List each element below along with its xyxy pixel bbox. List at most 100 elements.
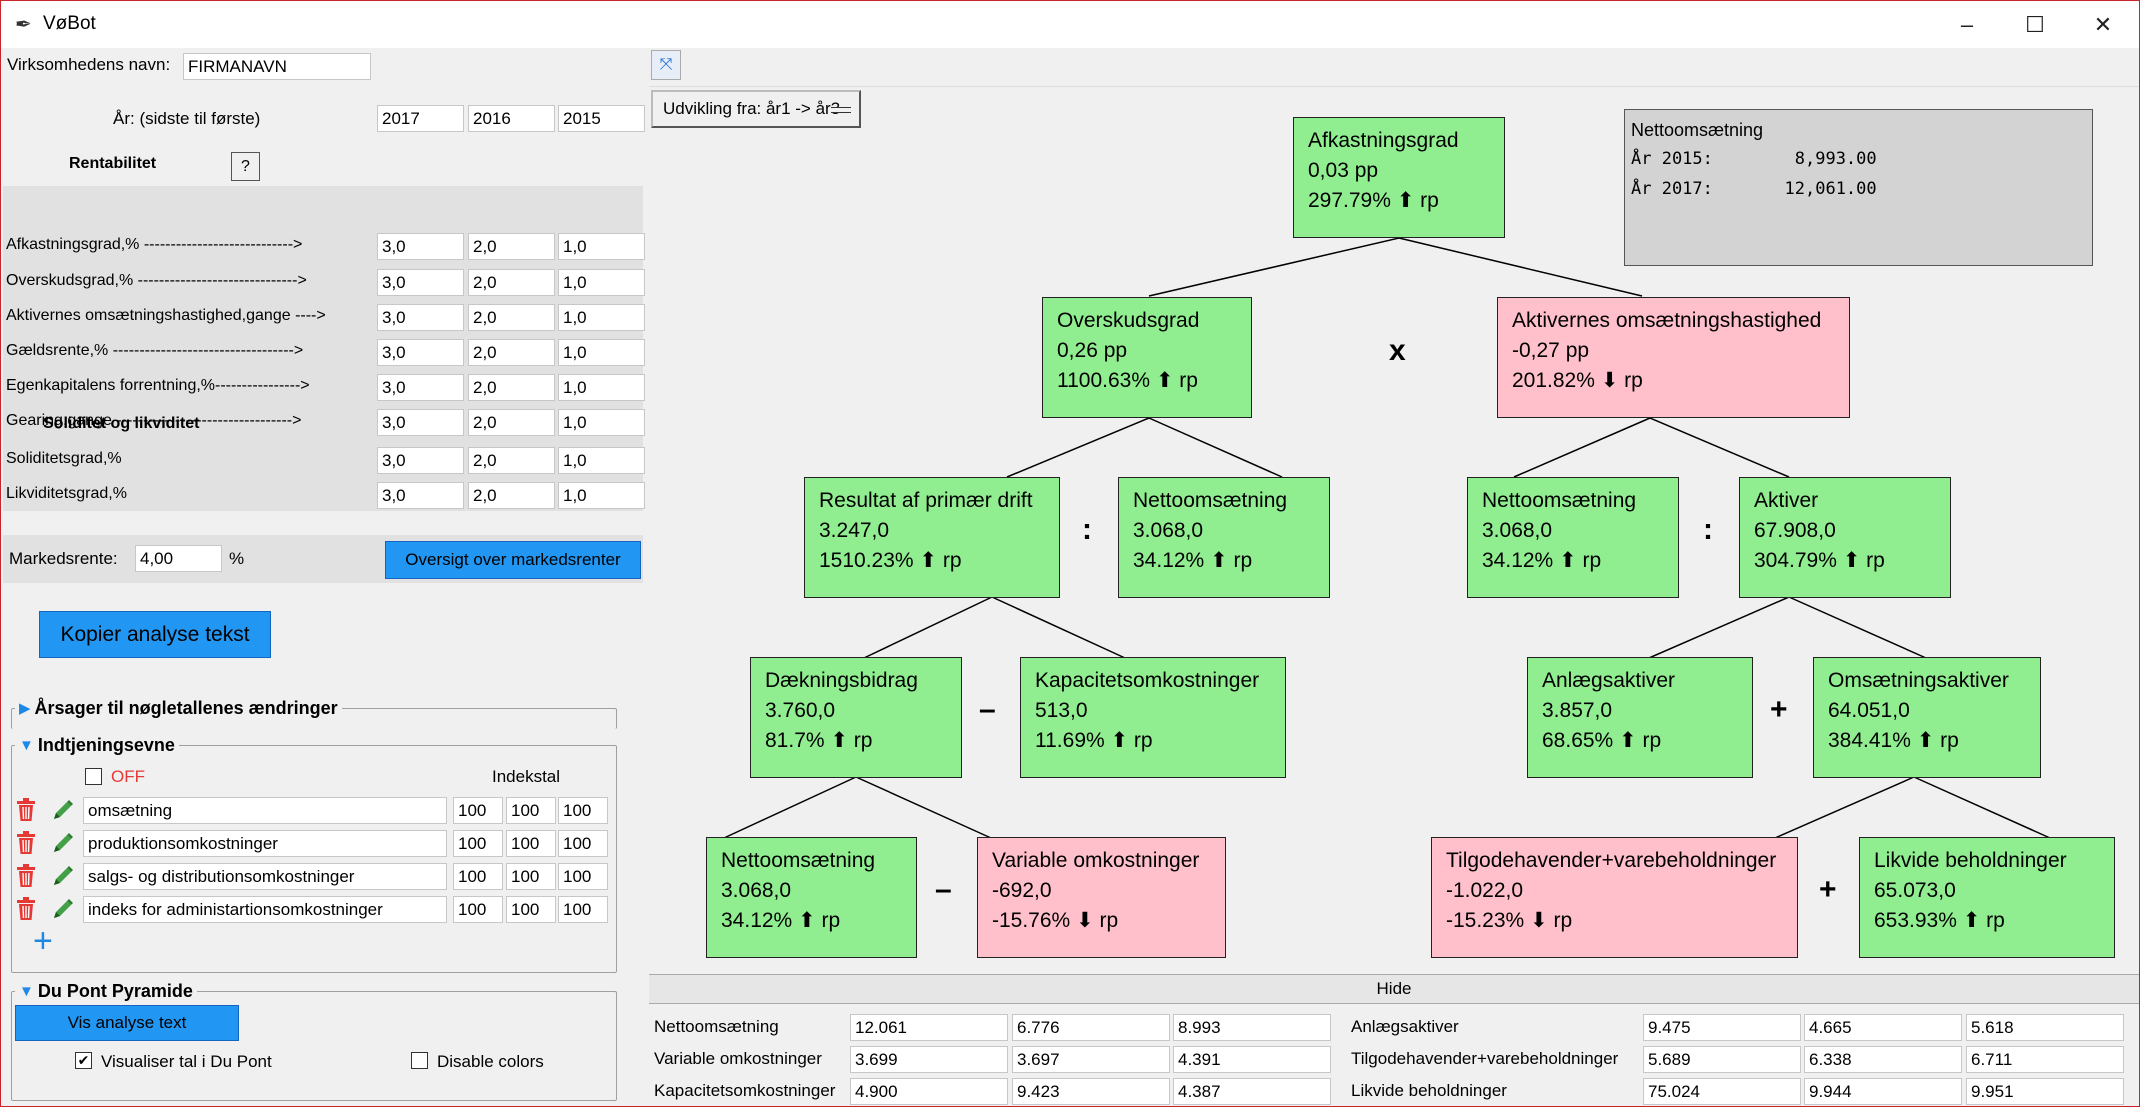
market-rate-input[interactable]: 4,00 — [135, 545, 222, 572]
triangle-down-icon: ▼ — [19, 982, 34, 1000]
earning-toggle[interactable]: ▼ Indtjeningsevne — [15, 733, 179, 757]
grid-input[interactable]: 3.697 — [1012, 1046, 1170, 1073]
app-window: ✒ VøBot – ☐ ✕ Virksomhedens navn: FIRMAN… — [0, 0, 2140, 1107]
index-name-input[interactable]: produktionsomkostninger — [83, 830, 447, 857]
grid-input[interactable]: 6.338 — [1804, 1046, 1962, 1073]
index-value-input[interactable]: 100 — [453, 797, 503, 824]
visualize-checkbox[interactable]: ✔ — [75, 1052, 92, 1069]
trash-icon[interactable] — [15, 897, 37, 921]
node-value: 67.908,0 — [1754, 519, 1836, 542]
index-value-input[interactable]: 100 — [506, 830, 556, 857]
dupont-toggle[interactable]: ▼ Du Pont Pyramide — [15, 979, 197, 1003]
pencil-icon[interactable] — [51, 897, 73, 921]
node-value: 3.247,0 — [819, 519, 890, 542]
off-checkbox[interactable] — [85, 768, 102, 785]
index-value-input[interactable]: 100 — [453, 863, 503, 890]
node-value: 3.760,0 — [765, 699, 836, 722]
ratio-label: Aktivernes omsætningshastighed,gange ---… — [6, 307, 326, 324]
grid-input[interactable]: 9.944 — [1804, 1078, 1962, 1105]
index-name-input[interactable]: indeks for administartionsomkostninger — [83, 896, 447, 923]
index-value-input[interactable]: 100 — [506, 797, 556, 824]
ratio-input[interactable]: 1,0 — [558, 447, 645, 474]
grid-input[interactable]: 3.699 — [850, 1046, 1008, 1073]
node-name: Resultat af primær drift — [819, 489, 1033, 512]
trash-icon[interactable] — [15, 798, 37, 822]
disable-colors-checkbox[interactable] — [411, 1052, 428, 1069]
index-value-input[interactable]: 100 — [558, 896, 608, 923]
index-name-input[interactable]: omsætning — [83, 797, 447, 824]
trash-icon[interactable] — [15, 864, 37, 888]
grid-input[interactable]: 4.665 — [1804, 1014, 1962, 1041]
market-rates-button[interactable]: Oversigt over markedsrenter — [385, 541, 641, 579]
ratio-input[interactable]: 2,0 — [468, 447, 555, 474]
ratio-input[interactable]: 3,0 — [377, 409, 464, 436]
grid-input[interactable]: 4.387 — [1173, 1078, 1331, 1105]
add-icon[interactable]: + — [33, 924, 53, 958]
node-name: Afkastningsgrad — [1308, 129, 1459, 152]
ratio-input[interactable]: 2,0 — [468, 409, 555, 436]
ratio-input[interactable]: 2,0 — [468, 339, 555, 366]
close-button[interactable]: ✕ — [2069, 1, 2137, 48]
pencil-icon[interactable] — [51, 798, 73, 822]
ratio-input[interactable]: 2,0 — [468, 374, 555, 401]
node-name: Nettoomsætning — [721, 849, 876, 872]
index-value-input[interactable]: 100 — [506, 863, 556, 890]
ratio-input[interactable]: 2,0 — [468, 304, 555, 331]
ratio-input[interactable]: 1,0 — [558, 269, 645, 296]
show-analysis-button[interactable]: Vis analyse text — [15, 1005, 239, 1041]
index-name-input[interactable]: salgs- og distributionsomkostninger — [83, 863, 447, 890]
grid-input[interactable]: 75.024 — [1643, 1078, 1801, 1105]
ratio-input[interactable]: 1,0 — [558, 339, 645, 366]
node-change: 297.79% ⬆ rp — [1308, 189, 1439, 212]
ratio-input[interactable]: 3,0 — [377, 269, 464, 296]
ratio-input[interactable]: 2,0 — [468, 233, 555, 260]
grid-input[interactable]: 6.711 — [1966, 1046, 2124, 1073]
grid-input[interactable]: 12.061 — [850, 1014, 1008, 1041]
index-value-input[interactable]: 100 — [558, 797, 608, 824]
index-value-input[interactable]: 100 — [453, 830, 503, 857]
ratio-input[interactable]: 3,0 — [377, 447, 464, 474]
index-value-input[interactable]: 100 — [506, 896, 556, 923]
minimize-button[interactable]: – — [1933, 1, 2001, 48]
ratio-input[interactable]: 3,0 — [377, 482, 464, 509]
grid-input[interactable]: 9.951 — [1966, 1078, 2124, 1105]
copy-analysis-button[interactable]: Kopier analyse tekst — [39, 611, 271, 658]
ratio-input[interactable]: 3,0 — [377, 233, 464, 260]
ratio-input[interactable]: 3,0 — [377, 304, 464, 331]
ratio-input[interactable]: 3,0 — [377, 374, 464, 401]
ratio-input[interactable]: 1,0 — [558, 409, 645, 436]
ratio-input[interactable]: 1,0 — [558, 482, 645, 509]
grid-label: Anlægsaktiver — [1351, 1017, 1459, 1036]
pencil-icon[interactable] — [51, 831, 73, 855]
grid-input[interactable]: 4.900 — [850, 1078, 1008, 1105]
grid-input[interactable]: 4.391 — [1173, 1046, 1331, 1073]
grid-input[interactable]: 9.423 — [1012, 1078, 1170, 1105]
index-value-input[interactable]: 100 — [558, 830, 608, 857]
ratio-input[interactable]: 2,0 — [468, 482, 555, 509]
year-input-2[interactable]: 2016 — [468, 105, 555, 132]
ratio-input[interactable]: 1,0 — [558, 304, 645, 331]
ratio-input[interactable]: 1,0 — [558, 374, 645, 401]
feather-icon: ✒ — [15, 14, 32, 36]
pencil-icon[interactable] — [51, 864, 73, 888]
maximize-button[interactable]: ☐ — [2001, 1, 2069, 48]
trash-icon[interactable] — [15, 831, 37, 855]
ratio-input[interactable]: 1,0 — [558, 233, 645, 260]
grid-input[interactable]: 6.776 — [1012, 1014, 1170, 1041]
year-input-1[interactable]: 2017 — [377, 105, 464, 132]
grid-input[interactable]: 5.618 — [1966, 1014, 2124, 1041]
ratio-input[interactable]: 3,0 — [377, 339, 464, 366]
grid-input[interactable]: 9.475 — [1643, 1014, 1801, 1041]
hide-button[interactable]: Hide — [649, 974, 2139, 1004]
company-input[interactable]: FIRMANAVN — [183, 53, 371, 80]
causes-toggle[interactable]: ▶ Årsager til nøgletallenes ændringer — [15, 696, 342, 720]
grid-input[interactable]: 5.689 — [1643, 1046, 1801, 1073]
ratio-input[interactable]: 2,0 — [468, 269, 555, 296]
node-change: 34.12% ⬆ rp — [1133, 549, 1253, 572]
grid-input[interactable]: 8.993 — [1173, 1014, 1331, 1041]
help-button[interactable]: ? — [231, 152, 260, 181]
node-name: Likvide beholdninger — [1874, 849, 2067, 872]
year-input-3[interactable]: 2015 — [558, 105, 645, 132]
index-value-input[interactable]: 100 — [558, 863, 608, 890]
index-value-input[interactable]: 100 — [453, 896, 503, 923]
